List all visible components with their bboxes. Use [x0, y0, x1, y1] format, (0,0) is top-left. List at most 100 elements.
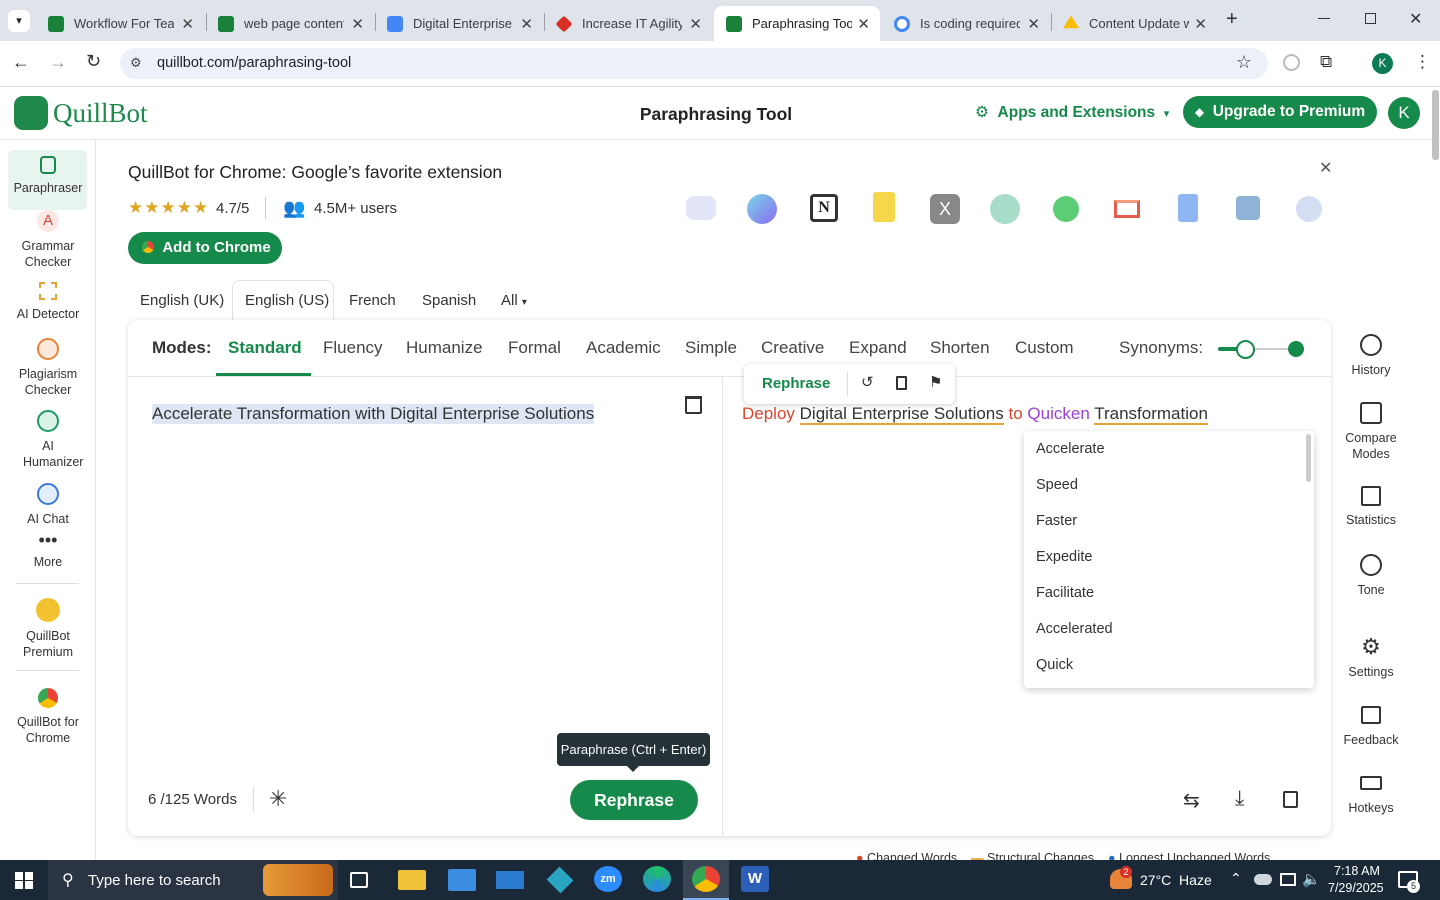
chrome-taskbar-icon[interactable] [692, 866, 720, 892]
changed-word[interactable]: Deploy [742, 404, 795, 423]
start-windows-icon[interactable] [15, 872, 33, 889]
tab-spanish[interactable]: Spanish [422, 292, 476, 309]
edge-icon[interactable] [643, 866, 671, 892]
close-tab-icon[interactable]: ✕ [181, 15, 194, 33]
close-tab-icon[interactable]: ✕ [1194, 15, 1207, 33]
bookmark-star-icon[interactable]: ☆ [1236, 52, 1252, 73]
close-promo-icon[interactable]: ✕ [1319, 158, 1332, 178]
mode-custom[interactable]: Custom [1015, 338, 1074, 358]
globe-extension-icon[interactable] [1283, 54, 1300, 71]
close-tab-icon[interactable]: ✕ [1027, 15, 1040, 33]
apps-extensions-button[interactable]: ⚙ Apps and Extensions ▾ [975, 103, 1169, 122]
url-text[interactable]: quillbot.com/paraphrasing-tool [157, 55, 351, 71]
page-scrollbar[interactable] [1432, 90, 1439, 160]
synonyms-slider[interactable] [1218, 340, 1306, 359]
file-explorer-icon[interactable] [398, 870, 426, 890]
suggestion-item[interactable]: Speed [1036, 477, 1078, 493]
tab-search-dropdown-icon[interactable]: ▾ [8, 10, 30, 32]
clock-time[interactable]: 7:18 AM [1334, 864, 1380, 878]
tab-content-update[interactable]: Content Update w ✕ [1051, 6, 1217, 41]
compare-arrows-icon[interactable]: ⇆ [1183, 788, 1200, 813]
suggestion-item[interactable]: Expedite [1036, 549, 1092, 565]
suggestion-item[interactable]: Faster [1036, 513, 1077, 529]
changed-word[interactable]: to [1009, 404, 1023, 423]
sidebar-item-grammar-checker[interactable]: A Grammar Checker [0, 210, 96, 270]
flag-icon[interactable]: ⚑ [929, 373, 942, 391]
profile-avatar[interactable]: K [1372, 53, 1393, 74]
tab-digital-enterprise[interactable]: Digital Enterprise ✕ [375, 6, 543, 41]
close-tab-icon[interactable]: ✕ [520, 15, 533, 33]
mode-shorten[interactable]: Shorten [930, 338, 990, 358]
close-tab-icon[interactable]: ✕ [351, 15, 364, 33]
hotkeys-button[interactable]: Hotkeys [1336, 776, 1406, 816]
mode-fluency[interactable]: Fluency [323, 338, 383, 358]
tone-button[interactable]: Tone [1336, 554, 1406, 598]
tab-all-languages[interactable]: All ▾ [501, 292, 527, 309]
tab-increase-it-agility[interactable]: Increase IT Agility ✕ [544, 6, 712, 41]
upgrade-premium-button[interactable]: ◆ Upgrade to Premium [1183, 96, 1377, 128]
suggestion-item[interactable]: Accelerate [1036, 441, 1105, 457]
extensions-puzzle-icon[interactable]: ⧉ [1320, 52, 1332, 72]
forward-icon[interactable]: → [49, 52, 67, 73]
unchanged-phrase[interactable]: Digital Enterprise Solutions [799, 404, 1004, 425]
network-icon[interactable] [1280, 873, 1296, 886]
mode-simple[interactable]: Simple [685, 338, 737, 358]
volume-icon[interactable]: 🔈 [1302, 870, 1321, 888]
weather-text[interactable]: 27°C Haze [1140, 872, 1212, 888]
sidebar-item-more[interactable]: ••• More [0, 531, 96, 570]
sidebar-item-quillbot-premium[interactable]: QuillBot Premium [0, 598, 96, 660]
chrome-menu-icon[interactable]: ⋮ [1414, 52, 1431, 72]
sidebar-item-ai-detector[interactable]: AI Detector [0, 282, 96, 322]
tab-english-uk[interactable]: English (UK) [140, 292, 224, 309]
history-button[interactable]: History [1336, 334, 1406, 378]
selected-changed-word[interactable]: Quicken [1027, 404, 1089, 423]
unchanged-word[interactable]: Transformation [1094, 404, 1208, 425]
input-text-area[interactable]: Accelerate Transformation with Digital E… [152, 404, 595, 424]
suggestion-item[interactable]: Accelerated [1036, 621, 1113, 637]
settings-button[interactable]: ⚙ Settings [1336, 636, 1406, 680]
word-icon[interactable]: W [741, 866, 769, 892]
sidebar-item-ai-chat[interactable]: AI Chat [0, 483, 96, 527]
reload-icon[interactable]: ↻ [86, 51, 101, 72]
omnibox[interactable]: ⚙ quillbot.com/paraphrasing-tool ☆ [120, 48, 1268, 79]
mode-academic[interactable]: Academic [586, 338, 661, 358]
rephrase-button[interactable]: Rephrase [570, 780, 698, 820]
new-tab-plus-icon[interactable]: + [1226, 8, 1238, 31]
compare-modes-button[interactable]: Compare Modes [1336, 402, 1406, 462]
zoom-icon[interactable]: zm [594, 866, 622, 892]
tab-web-page-content[interactable]: web page content ✕ [206, 6, 374, 41]
tab-workflow[interactable]: Workflow For Tea ✕ [36, 6, 204, 41]
mode-expand[interactable]: Expand [849, 338, 907, 358]
undo-icon[interactable]: ↺ [861, 373, 874, 391]
output-text[interactable]: Deploy Digital Enterprise Solutions to Q… [742, 404, 1208, 425]
taskbar-search-box[interactable]: ⚲ Type here to search [48, 860, 338, 900]
restore-icon[interactable] [1365, 13, 1376, 24]
dropdown-scrollbar[interactable] [1306, 434, 1311, 482]
clock-date[interactable]: 7/29/2025 [1328, 881, 1384, 895]
minimize-icon[interactable] [1318, 18, 1330, 19]
suggestion-item[interactable]: Quick [1036, 657, 1073, 673]
site-info-icon[interactable]: ⚙ [130, 55, 142, 71]
add-to-chrome-button[interactable]: Add to Chrome [128, 232, 282, 264]
sidebar-item-plagiarism-checker[interactable]: Plagiarism Checker [0, 338, 96, 398]
slider-thumb[interactable] [1236, 340, 1255, 359]
tab-paraphrasing-tool[interactable]: Paraphrasing Tool ✕ [714, 6, 880, 41]
onedrive-icon[interactable] [1254, 874, 1272, 885]
close-window-icon[interactable]: ✕ [1409, 9, 1422, 29]
suggestion-item[interactable]: Facilitate [1036, 585, 1094, 601]
statistics-button[interactable]: Statistics [1336, 486, 1406, 528]
tray-chevron-up-icon[interactable]: ⌃ [1230, 870, 1242, 887]
mail-icon[interactable] [496, 871, 524, 889]
delete-trash-icon[interactable] [685, 396, 702, 414]
tab-english-us[interactable]: English (US) [245, 292, 329, 309]
mode-creative[interactable]: Creative [761, 338, 824, 358]
sidebar-item-paraphraser[interactable]: Paraphraser [0, 156, 96, 196]
sidebar-item-quillbot-for-chrome[interactable]: QuillBot for Chrome [0, 688, 96, 746]
close-tab-icon[interactable]: ✕ [857, 15, 870, 33]
feedback-button[interactable]: Feedback [1336, 706, 1406, 748]
tab-french[interactable]: French [349, 292, 396, 309]
freeze-words-icon[interactable]: ✳ [269, 786, 287, 812]
back-icon[interactable]: ← [12, 52, 30, 73]
mode-standard[interactable]: Standard [228, 338, 302, 358]
mode-formal[interactable]: Formal [508, 338, 561, 358]
